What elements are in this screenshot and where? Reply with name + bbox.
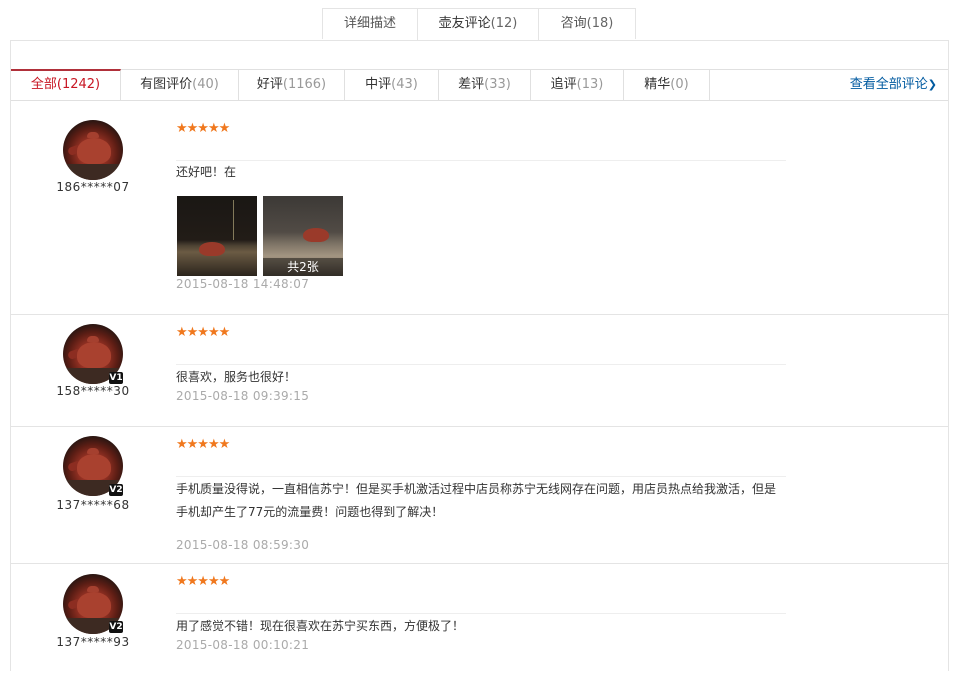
rating-stars: ★★★★★ [176,437,230,452]
reviews-panel: 全部(1242) 有图评价(40) 好评(1166) 中评(43) 差评(33)… [10,40,949,671]
review-item: V2 137*****68 ★★★★★ 手机质量没得说，一直相信苏宁！但是买手机… [11,427,948,564]
tab-description[interactable]: 详细描述 [322,8,418,39]
rating-stars: ★★★★★ [176,574,230,589]
filter-positive[interactable]: 好评(1166) [239,70,345,100]
member-level-badge: V2 [109,484,123,496]
member-level-badge: V2 [109,621,123,633]
tab-consult[interactable]: 咨询(18) [538,8,636,39]
review-text: 用了感觉不错！现在很喜欢在苏宁买东西，方便极了！ [176,619,465,633]
review-filter-bar: 全部(1242) 有图评价(40) 好评(1166) 中评(43) 差评(33)… [11,69,948,101]
filter-featured[interactable]: 精华(0) [624,70,710,100]
rating-stars: ★★★★★ [176,325,230,340]
tab-reviews[interactable]: 壶友评论(12) [417,8,539,40]
review-date: 2015-08-18 08:59:30 [176,538,310,552]
review-date: 2015-08-18 00:10:21 [176,638,310,652]
review-text: 很喜欢，服务也很好！ [176,370,297,384]
review-photo[interactable] [177,196,257,276]
member-level-badge: V1 [109,372,123,384]
rating-stars: ★★★★★ [176,121,230,136]
filter-follow-up[interactable]: 追评(13) [531,70,624,100]
filter-negative[interactable]: 差评(33) [439,70,531,100]
filter-with-photos[interactable]: 有图评价(40) [121,70,239,100]
reviewer-name: 137*****93 [56,635,130,649]
review-item: V2 137*****93 ★★★★★ 用了感觉不错！现在很喜欢在苏宁买东西，方… [11,564,948,684]
reviewer-name: 158*****30 [56,384,130,398]
review-date: 2015-08-18 09:39:15 [176,389,310,403]
review-text: 手机质量没得说，一直相信苏宁！但是买手机激活过程中店员称苏宁无线网存在问题，用店… [176,482,777,519]
chevron-right-icon: ❯ [927,78,937,91]
divider [176,364,786,365]
review-date: 2015-08-18 14:48:07 [176,277,310,291]
review-photo[interactable]: 共2张 [263,196,343,276]
review-item: V1 158*****30 ★★★★★ 很喜欢，服务也很好！ 2015-08-1… [11,315,948,427]
review-text: 还好吧！在 [176,165,237,179]
detail-tabs: 详细描述 壶友评论(12) 咨询(18) [322,8,636,40]
avatar[interactable] [63,120,123,180]
reviewer-name: 137*****68 [56,498,130,512]
filter-all[interactable]: 全部(1242) [11,69,121,100]
view-all-reviews-link[interactable]: 查看全部评论❯ [850,70,937,100]
divider [176,476,786,477]
photo-count-label: 共2张 [263,258,343,276]
filter-neutral[interactable]: 中评(43) [345,70,439,100]
review-item: 186*****07 ★★★★★ 还好吧！在 共2张 2015-08-18 14… [11,101,948,315]
reviewer-name: 186*****07 [56,180,130,194]
divider [176,613,786,614]
